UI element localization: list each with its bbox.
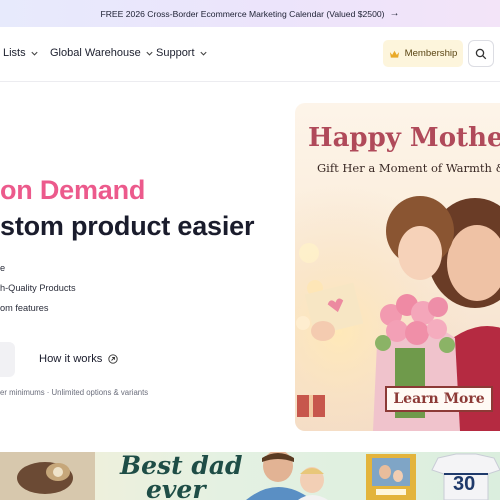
membership-label: Membership <box>404 48 458 59</box>
announcement-text[interactable]: FREE 2026 Cross-Border Ecommerce Marketi… <box>100 9 384 19</box>
learn-more-button[interactable]: Learn More <box>385 386 493 412</box>
chevron-down-icon <box>199 51 207 56</box>
primary-cta-button[interactable] <box>0 342 15 377</box>
arrow-right-icon: → <box>389 7 400 19</box>
hero-headline: stom product easier <box>0 211 255 241</box>
nav-item-label: Support <box>156 47 195 59</box>
fathers-day-banner-art <box>0 452 500 500</box>
banner-headline: Best dad ever <box>120 453 243 500</box>
how-it-works-label: How it works <box>39 353 103 365</box>
hero-feature-item: h-Quality Products <box>0 283 76 293</box>
chevron-down-icon <box>31 51 38 56</box>
banner-headline-line2: ever <box>146 475 206 500</box>
fathers-day-banner[interactable]: Best dad ever 30 <box>0 452 500 500</box>
hero-headline-accent: on Demand <box>0 175 146 205</box>
chevron-down-icon <box>146 51 153 56</box>
jersey-number: 30 <box>453 473 476 495</box>
search-button[interactable] <box>468 40 494 67</box>
hero-feature-item: om features <box>0 303 49 313</box>
arrow-circle-icon <box>108 354 119 364</box>
nav-item-label: Lists <box>3 47 26 59</box>
search-icon <box>475 48 487 59</box>
nav-item-global-warehouse[interactable]: Global Warehouse <box>50 47 154 59</box>
crown-icon <box>389 50 399 58</box>
promo-title: Happy Mother's <box>308 123 500 153</box>
announcement-bar[interactable]: FREE 2026 Cross-Border Ecommerce Marketi… <box>0 0 500 27</box>
how-it-works-link[interactable]: How it works <box>39 353 119 365</box>
site-header: Lists Global Warehouse Support Membershi… <box>0 27 500 82</box>
hero-footnote: er minimums · Unlimited options & varian… <box>0 388 149 397</box>
mothers-day-promo-card[interactable]: Happy Mother's Gift Her a Moment of Warm… <box>295 103 500 431</box>
nav-item-lists[interactable]: Lists <box>3 47 39 59</box>
hero-feature-item: e <box>0 263 6 273</box>
promo-subtitle: Gift Her a Moment of Warmth & A <box>317 161 500 175</box>
nav-item-support[interactable]: Support <box>156 47 208 59</box>
membership-button[interactable]: Membership <box>383 40 463 67</box>
nav-item-label: Global Warehouse <box>50 47 141 59</box>
